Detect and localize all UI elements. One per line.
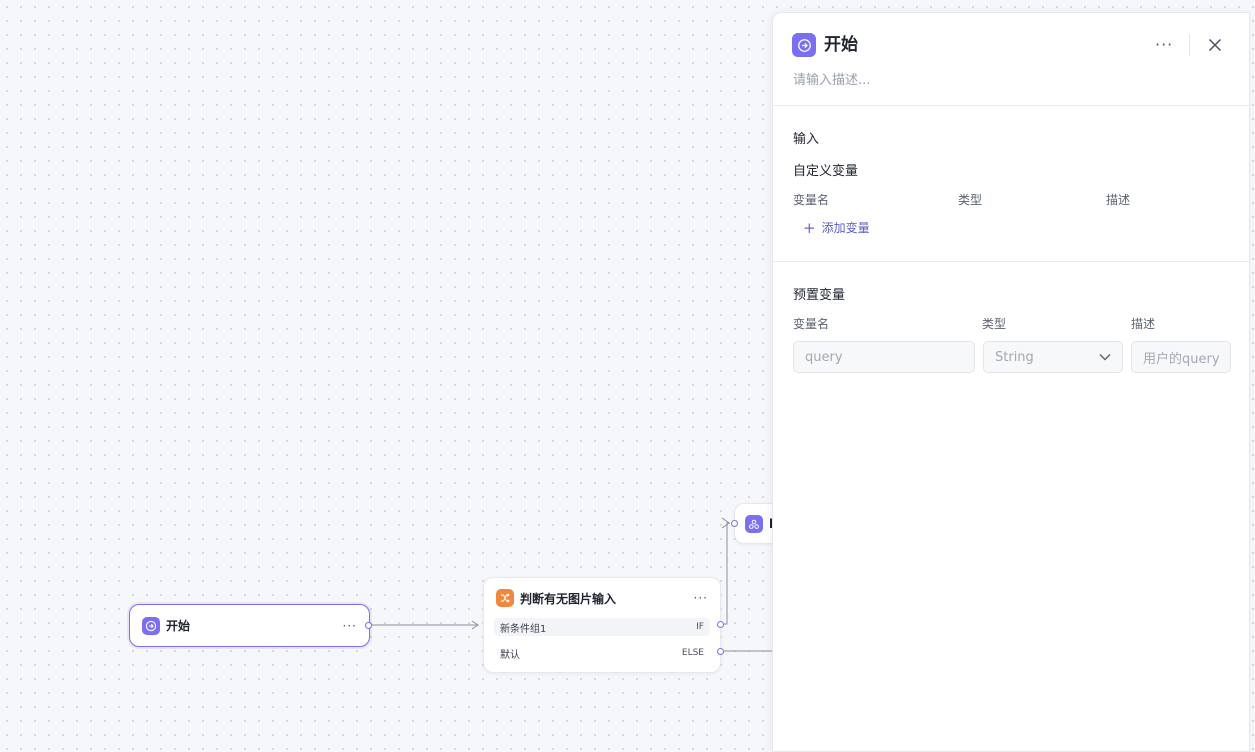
branch-tag: ELSE — [681, 648, 704, 658]
preset-var-name-field[interactable]: query — [793, 341, 975, 373]
start-node-output-handle[interactable] — [365, 622, 372, 629]
close-icon[interactable] — [1203, 33, 1227, 57]
preset-col-desc: 描述 — [1131, 317, 1156, 331]
start-node-title: 开始 — [166, 619, 191, 633]
condition-node-title: 判断有无图片输入 — [520, 591, 617, 606]
field-value: 用户的query — [1143, 351, 1220, 367]
field-value: String — [995, 349, 1034, 365]
llm-node-icon — [745, 515, 763, 533]
condition-else-handle[interactable] — [717, 648, 724, 655]
edge-arrow-if — [721, 517, 730, 529]
branch-label: 新条件组1 — [500, 623, 547, 635]
node-config-panel: 开始 ··· 请输入描述... 输入 自定义变量 变量名 类型 描述 + 添加变… — [772, 12, 1250, 752]
start-node[interactable]: 开始 ··· — [129, 604, 372, 647]
panel-header: 开始 ··· 请输入描述... — [773, 13, 1249, 106]
custom-vars-title: 自定义变量 — [793, 164, 859, 179]
condition-if-handle[interactable] — [717, 621, 724, 628]
preset-var-type-select[interactable]: String — [983, 341, 1123, 373]
branch-tag: IF — [696, 622, 704, 632]
start-node-icon — [792, 33, 816, 57]
preset-col-type: 类型 — [982, 317, 1007, 331]
start-node-icon — [142, 616, 160, 635]
add-variable-button[interactable]: + 添加变量 — [803, 219, 870, 236]
description-input[interactable]: 请输入描述... — [793, 69, 870, 88]
header-divider — [1189, 34, 1190, 56]
custom-col-type: 类型 — [958, 193, 983, 207]
llm-node-input-handle[interactable] — [731, 520, 738, 527]
custom-col-desc: 描述 — [1106, 193, 1131, 207]
preset-vars-title: 预置变量 — [793, 288, 846, 303]
start-node-more-button[interactable]: ··· — [343, 619, 357, 633]
condition-branch-if[interactable]: 新条件组1 IF — [494, 618, 710, 636]
add-variable-label: 添加变量 — [821, 221, 870, 235]
chevron-down-icon — [1099, 350, 1111, 365]
condition-node-icon — [496, 589, 514, 607]
custom-col-name: 变量名 — [793, 193, 830, 207]
edge-if-branch — [721, 522, 730, 625]
panel-more-button[interactable]: ··· — [1155, 33, 1173, 57]
edge-arrow-condition — [471, 620, 479, 630]
preset-var-desc-field[interactable]: 用户的query — [1131, 341, 1231, 373]
branch-label: 默认 — [500, 649, 520, 661]
condition-node-more-button[interactable]: ··· — [694, 591, 708, 605]
plus-icon: + — [803, 218, 816, 237]
condition-node[interactable]: 判断有无图片输入 ··· 新条件组1 IF 默认 ELSE — [483, 577, 724, 673]
section-divider — [773, 261, 1249, 262]
input-section-title: 输入 — [793, 132, 820, 147]
panel-title: 开始 — [824, 35, 858, 55]
preset-col-name: 变量名 — [793, 317, 830, 331]
field-value: query — [805, 349, 843, 365]
condition-branch-else[interactable]: 默认 ELSE — [494, 644, 710, 662]
